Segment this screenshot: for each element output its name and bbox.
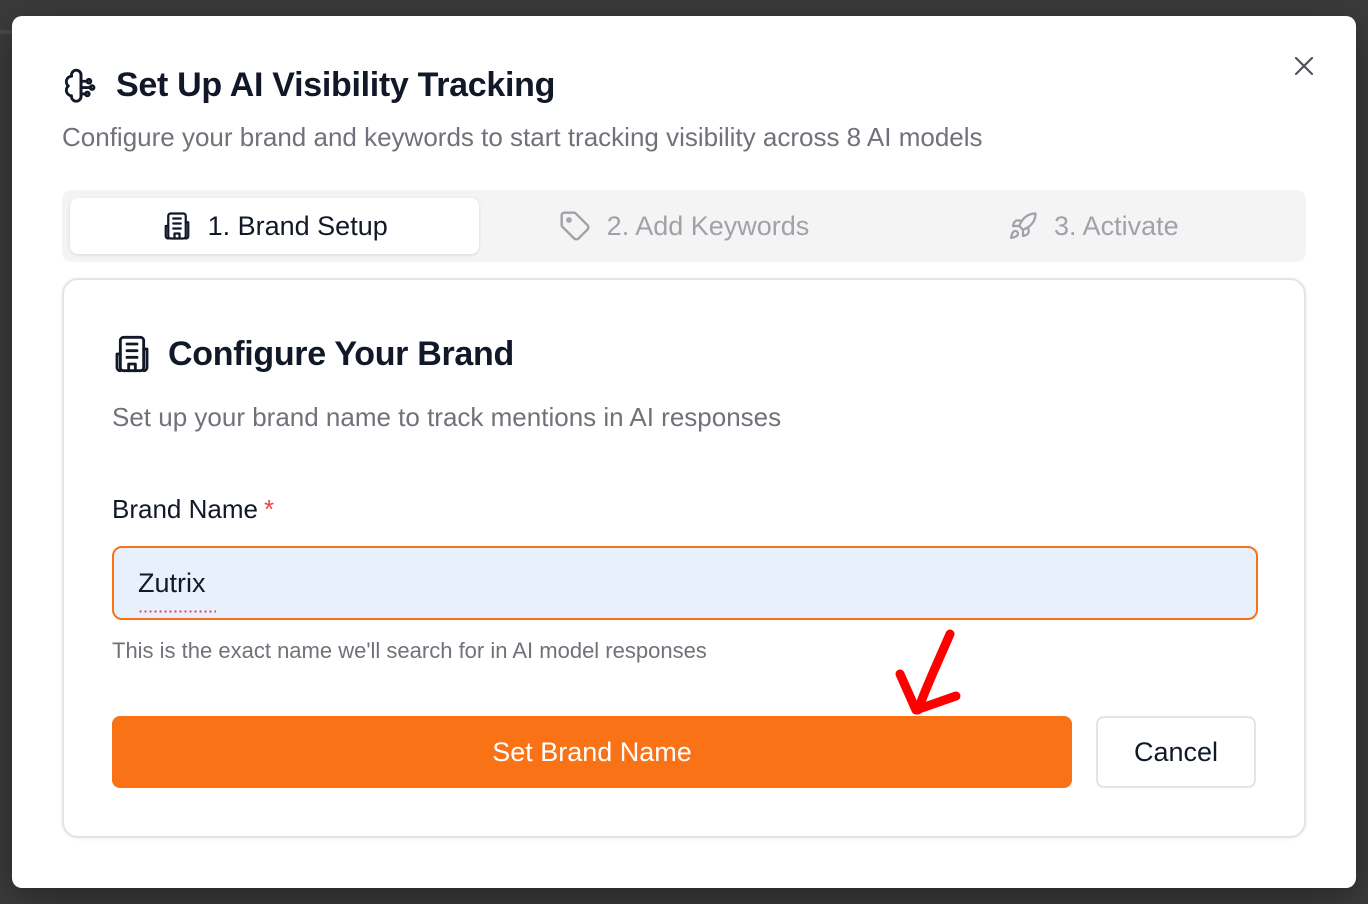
step-tabs: 1. Brand Setup 2. Add Keywords 3. Activa…: [62, 190, 1306, 262]
cancel-button[interactable]: Cancel: [1096, 716, 1256, 788]
tab-activate[interactable]: 3. Activate: [889, 198, 1298, 254]
dialog-title: Set Up AI Visibility Tracking: [116, 66, 556, 104]
spellcheck-underline: [138, 610, 216, 613]
red-arrow-annotation: [895, 629, 961, 715]
required-indicator: *: [263, 494, 275, 524]
brand-name-input[interactable]: [112, 546, 1258, 620]
building-icon: [164, 212, 189, 240]
dialog-subtitle: Configure your brand and keywords to sta…: [62, 122, 983, 152]
tab-brand-setup[interactable]: 1. Brand Setup: [70, 198, 480, 254]
tab-add-keywords[interactable]: 2. Add Keywords: [479, 198, 888, 254]
card-header: Configure Your Brand: [112, 334, 514, 374]
tab-label: 1. Brand Setup: [207, 210, 388, 241]
setup-dialog: Set Up AI Visibility Tracking Configure …: [12, 16, 1356, 888]
building-icon: [115, 335, 149, 373]
close-icon: [1294, 56, 1314, 76]
rocket-icon: [1010, 212, 1037, 239]
card-title: Configure Your Brand: [168, 334, 514, 373]
background-fragment: [0, 30, 12, 34]
card-description: Set up your brand name to track mentions…: [112, 402, 782, 432]
tag-icon: [560, 211, 590, 241]
tab-label: 2. Add Keywords: [606, 210, 810, 241]
helper-text: This is the exact name we'll search for …: [112, 638, 707, 663]
brain-icon: [64, 68, 96, 103]
close-button[interactable]: [1290, 52, 1318, 80]
dialog-header: Set Up AI Visibility Tracking: [62, 66, 555, 105]
tab-label: 3. Activate: [1054, 210, 1179, 241]
brand-config-card: Configure Your Brand Set up your brand n…: [62, 278, 1306, 838]
brand-name-label: Brand Name *: [112, 494, 274, 525]
label-text: Brand Name: [112, 494, 258, 524]
